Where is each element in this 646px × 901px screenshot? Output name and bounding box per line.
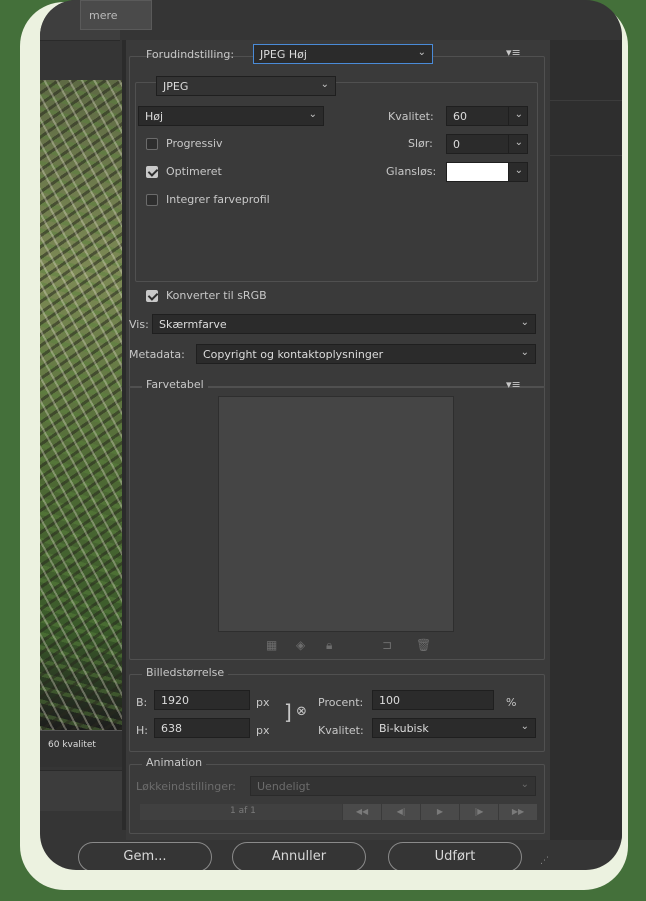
metadata-select[interactable]: Copyright og kontaktoplysninger ⌄	[196, 344, 536, 364]
optimized-checkbox[interactable]	[146, 166, 158, 178]
quality-label: Kvalitet:	[388, 110, 434, 123]
resample-quality-value: Bi-kubisk	[379, 722, 429, 735]
percent-input[interactable]: 100	[372, 690, 494, 710]
image-size-section	[129, 674, 545, 752]
chevron-down-icon: ⌄	[308, 109, 317, 120]
format-select[interactable]: JPEG ⌄	[156, 76, 336, 96]
chevron-down-icon: ⌄	[520, 779, 529, 790]
height-label: H:	[136, 724, 148, 737]
width-unit: px	[256, 696, 270, 709]
chevron-down-icon: ⌄	[417, 47, 426, 58]
prev-frame-icon[interactable]: ◀|	[381, 804, 420, 820]
resample-quality-label: Kvalitet:	[318, 724, 364, 737]
first-frame-icon[interactable]: ◀◀	[342, 804, 381, 820]
last-frame-icon[interactable]: ▶▶	[498, 804, 537, 820]
quality-dropdown[interactable]: ⌄	[508, 106, 528, 126]
preview-mode-select[interactable]: Skærmfarve ⌄	[152, 314, 536, 334]
tab-label: mere	[89, 9, 118, 22]
optimized-label: Optimeret	[166, 165, 222, 178]
chevron-down-icon: ⌄	[520, 721, 529, 732]
width-input[interactable]: 1920	[154, 690, 250, 710]
panel-menu-icon[interactable]: ▾≡	[506, 46, 521, 59]
chevron-down-icon: ⌄	[520, 347, 529, 358]
metadata-label: Metadata:	[129, 348, 185, 361]
blur-label: Slør:	[408, 137, 433, 150]
loop-value: Uendeligt	[257, 780, 310, 793]
next-frame-icon[interactable]: |▶	[459, 804, 498, 820]
preview-mode-value: Skærmfarve	[159, 318, 227, 331]
chevron-down-icon: ⌄	[514, 137, 523, 148]
play-icon[interactable]: ▶	[420, 804, 459, 820]
animation-title: Animation	[142, 756, 207, 769]
animation-section	[129, 764, 545, 834]
map-transparent-icon[interactable]: ▦	[266, 638, 277, 652]
resample-quality-select[interactable]: Bi-kubisk ⌄	[372, 718, 536, 738]
percent-unit: %	[506, 696, 517, 709]
preview-quality-label: 60 kvalitet	[48, 740, 96, 750]
frame-counter: 1 af 1	[230, 806, 256, 816]
convert-srgb-label: Konverter til sRGB	[166, 289, 267, 302]
matte-color-swatch[interactable]	[446, 162, 510, 182]
link-bracket-icon: ]	[284, 700, 292, 724]
quality-preset-value: Høj	[145, 110, 164, 123]
chevron-down-icon: ⌄	[520, 317, 529, 328]
color-table-title: Farvetabel	[142, 378, 208, 391]
new-color-icon[interactable]: ⊐	[382, 638, 392, 652]
web-snap-icon[interactable]: ◈	[296, 638, 305, 652]
tab-4up[interactable]: mere	[80, 0, 152, 30]
preview-image	[40, 80, 122, 730]
metadata-value: Copyright og kontaktoplysninger	[203, 348, 384, 361]
embed-profile-label: Integrer farveprofil	[166, 193, 270, 206]
matte-label: Glansløs:	[386, 165, 437, 178]
color-table-grid[interactable]	[218, 396, 454, 632]
width-label: B:	[136, 696, 148, 709]
chevron-down-icon: ⌄	[514, 109, 523, 120]
progressive-checkbox[interactable]	[146, 138, 158, 150]
quality-input[interactable]: 60	[446, 106, 510, 126]
progressive-label: Progressiv	[166, 137, 223, 150]
height-unit: px	[256, 724, 270, 737]
loop-label: Løkkeindstillinger:	[136, 780, 237, 793]
chain-link-icon[interactable]: ⊗	[296, 704, 307, 719]
chevron-down-icon: ⌄	[514, 165, 523, 176]
save-for-web-dialog: mere 60 kvalitet Forudindstilling: JPEG …	[40, 0, 622, 870]
percent-label: Procent:	[318, 696, 364, 709]
delete-color-icon[interactable]: 🗑︎	[416, 638, 431, 652]
right-side-strip	[550, 40, 622, 840]
blur-input[interactable]: 0	[446, 134, 510, 154]
embed-profile-checkbox[interactable]	[146, 194, 158, 206]
lock-color-icon[interactable]: 🔒︎	[326, 638, 332, 653]
preset-label: Forudindstilling:	[146, 48, 235, 61]
chevron-down-icon: ⌄	[320, 79, 329, 90]
blur-dropdown[interactable]: ⌄	[508, 134, 528, 154]
resize-grip-icon[interactable]: ⋰	[540, 856, 549, 866]
save-button[interactable]: Gem...	[78, 842, 212, 870]
animation-controls: 1 af 1 ◀◀ ◀| ▶ |▶ ▶▶	[140, 804, 537, 820]
quality-preset-select[interactable]: Høj ⌄	[138, 106, 324, 126]
done-button[interactable]: Udført	[388, 842, 522, 870]
preset-select[interactable]: JPEG Høj ⌄	[253, 44, 433, 64]
loop-select[interactable]: Uendeligt ⌄	[250, 776, 536, 796]
preview-mode-label: Vis:	[129, 318, 149, 331]
format-value: JPEG	[163, 80, 189, 93]
settings-panel: Forudindstilling: JPEG Høj ⌄ ▾≡ JPEG ⌄ H…	[126, 40, 550, 840]
convert-srgb-checkbox[interactable]	[146, 290, 158, 302]
color-table-menu-icon[interactable]: ▾≡	[506, 378, 521, 391]
matte-dropdown[interactable]: ⌄	[508, 162, 528, 182]
preview-footer	[40, 770, 122, 811]
cancel-button[interactable]: Annuller	[232, 842, 366, 870]
height-input[interactable]: 638	[154, 718, 250, 738]
preset-value: JPEG Høj	[260, 48, 307, 61]
image-size-title: Billedstørrelse	[142, 666, 229, 679]
